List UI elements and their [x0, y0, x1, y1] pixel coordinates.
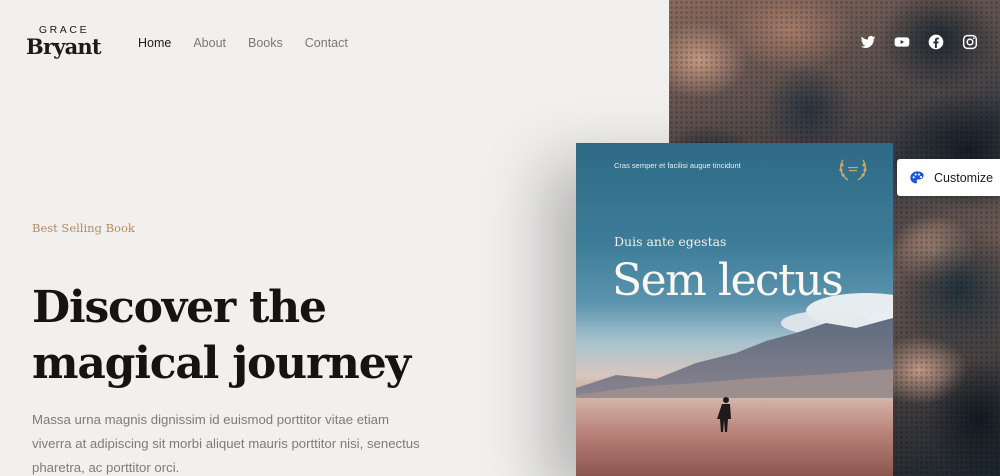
book-cover[interactable]: Cras semper et facilisi augue tincidunt …: [576, 143, 893, 476]
hero-headline: Discover the magical journey: [32, 280, 452, 392]
twitter-icon[interactable]: [860, 34, 876, 50]
customize-button[interactable]: Customize: [897, 159, 1000, 196]
facebook-icon[interactable]: [928, 34, 944, 50]
hero-description: Massa urna magnis dignissim id euismod p…: [32, 412, 420, 475]
book-cover-subtitle: Duis ante egestas: [614, 234, 727, 249]
palette-icon: [910, 170, 924, 183]
social-links: [860, 34, 978, 50]
instagram-icon[interactable]: [962, 34, 978, 50]
book-cover-landscape: [576, 293, 893, 476]
nav-link-contact[interactable]: Contact: [305, 35, 348, 51]
logo-last-name: Bryant: [26, 34, 102, 59]
nav-link-home[interactable]: Home: [138, 35, 171, 51]
customize-label: Customize: [934, 170, 994, 185]
book-cover-tagline: Cras semper et facilisi augue tincidunt: [614, 161, 741, 170]
nav-link-about[interactable]: About: [193, 35, 226, 51]
hero-headline-line-1: Discover the: [32, 282, 327, 333]
main-nav: Home About Books Contact: [138, 35, 370, 51]
site-logo[interactable]: GRACE Bryant: [26, 25, 102, 59]
hero-eyebrow: Best Selling Book: [32, 221, 135, 235]
youtube-icon[interactable]: [894, 34, 910, 50]
award-laurel-icon: [839, 159, 867, 181]
hero-headline-line-2: magical journey: [32, 338, 411, 389]
book-cover-title: Sem lectus: [612, 255, 844, 306]
nav-link-books[interactable]: Books: [248, 35, 283, 51]
